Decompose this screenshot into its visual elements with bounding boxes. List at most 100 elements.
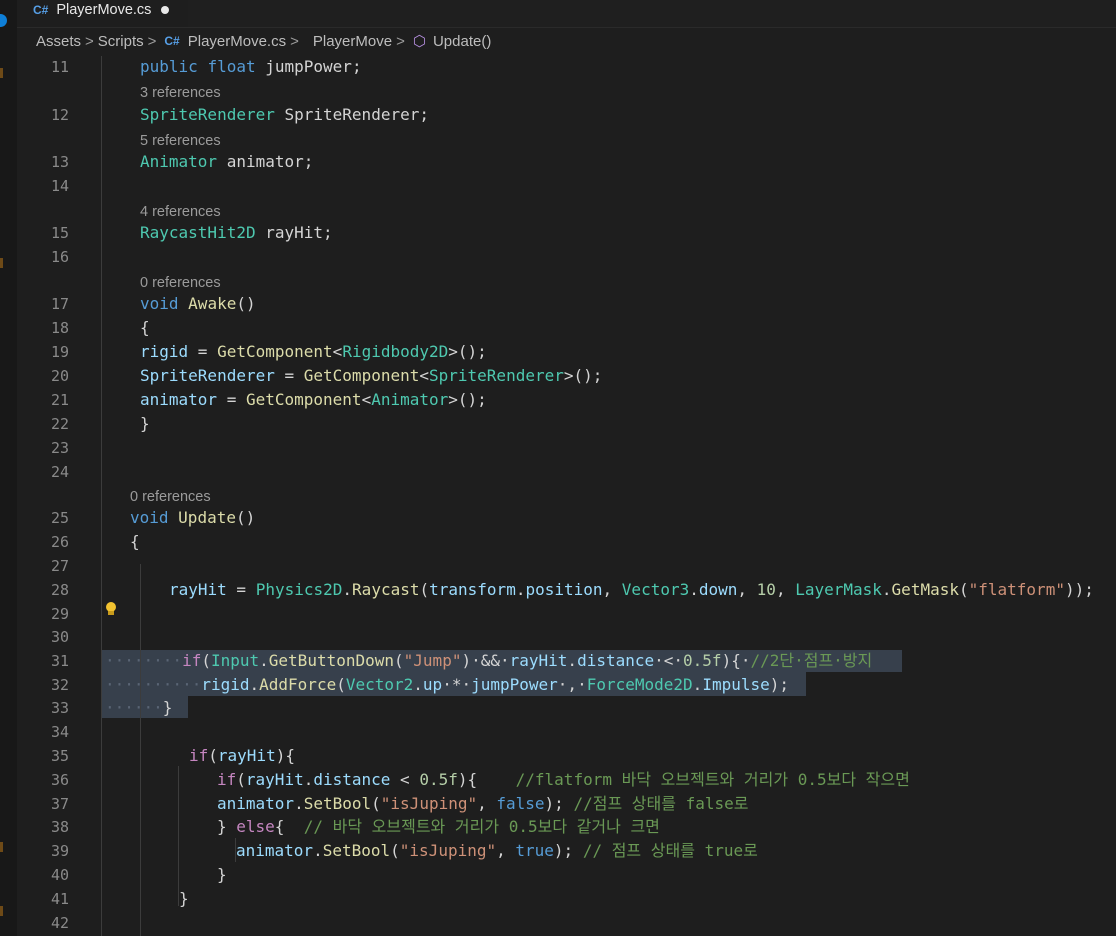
line-number: 17 xyxy=(17,293,69,315)
code-token: LayerMask xyxy=(795,580,882,599)
code-token: } xyxy=(217,865,227,884)
code-token: < xyxy=(419,366,429,385)
line-number: 22 xyxy=(17,413,69,435)
activity-bar xyxy=(0,0,17,936)
code-token: GetButtonDown xyxy=(269,651,394,670)
line-number: 13 xyxy=(17,151,69,173)
code-lens-references[interactable]: 4 references xyxy=(140,203,221,221)
code-token: rayHit; xyxy=(256,223,333,242)
code-line[interactable]: public float jumpPower; xyxy=(140,56,362,78)
code-token: animator; xyxy=(217,152,313,171)
lightbulb-icon[interactable] xyxy=(105,602,117,615)
breadcrumb-assets[interactable]: Assets xyxy=(36,33,81,50)
code-token: //점프 상태를 false로 xyxy=(573,794,748,813)
activity-marker xyxy=(0,906,3,916)
code-token: // 점프 상태를 true로 xyxy=(583,841,758,860)
code-token: . xyxy=(294,794,304,813)
breadcrumb-separator: > xyxy=(396,33,405,50)
code-editor[interactable]: 3 references 5 references 4 references 0… xyxy=(17,56,1116,936)
code-lens-references[interactable]: 3 references xyxy=(140,84,221,102)
notification-badge[interactable] xyxy=(0,14,7,27)
code-token: "isJuping" xyxy=(381,794,477,813)
code-line[interactable]: if(rayHit.distance < 0.5f){ //flatform 바… xyxy=(217,769,910,791)
line-number: 28 xyxy=(17,579,69,601)
breadcrumb-method[interactable]: Update() xyxy=(433,33,491,50)
code-line[interactable]: animator = GetComponent<Animator>(); xyxy=(140,389,487,411)
code-line[interactable]: } xyxy=(179,888,189,910)
unsaved-dot-icon[interactable] xyxy=(161,6,169,14)
code-token: = xyxy=(217,390,246,409)
code-lens-references[interactable]: 0 references xyxy=(140,274,221,292)
code-token: ){ xyxy=(458,770,516,789)
code-token: = xyxy=(188,342,217,361)
code-line[interactable]: rayHit = Physics2D.Raycast(transform.pos… xyxy=(169,579,1094,601)
code-line[interactable]: if(rayHit){ xyxy=(189,745,295,767)
code-token: ·<· xyxy=(654,651,683,670)
tab-label: PlayerMove.cs xyxy=(56,2,151,18)
code-token: ·,· xyxy=(558,675,587,694)
code-token: false xyxy=(496,794,544,813)
code-token: else xyxy=(236,817,275,836)
code-token: , xyxy=(477,794,496,813)
code-line[interactable]: animator.SetBool("isJuping", false); //점… xyxy=(217,793,748,815)
code-lens-references[interactable]: 5 references xyxy=(140,132,221,150)
code-line[interactable]: void Awake() xyxy=(140,293,256,315)
code-token: . xyxy=(693,675,703,694)
line-number: 40 xyxy=(17,864,69,886)
whitespace-marker: ·········· xyxy=(105,675,201,694)
code-line[interactable]: animator.SetBool("isJuping", true); // 점… xyxy=(236,840,758,862)
code-token: ( xyxy=(201,651,211,670)
code-token: AddForce xyxy=(259,675,336,694)
code-token: true xyxy=(515,841,554,860)
code-token: = xyxy=(227,580,256,599)
code-token: //flatform 바닥 오브젝트와 거리가 0.5보다 작으면 xyxy=(516,770,910,789)
code-line[interactable]: } xyxy=(140,413,150,435)
whitespace-marker: ········ xyxy=(105,651,182,670)
activity-marker xyxy=(0,258,3,268)
code-token: animator xyxy=(217,794,294,813)
code-line[interactable]: { xyxy=(140,317,150,339)
code-line[interactable]: SpriteRenderer = GetComponent<SpriteRend… xyxy=(140,365,602,387)
line-number: 15 xyxy=(17,222,69,244)
code-token: , xyxy=(496,841,515,860)
code-line[interactable]: { xyxy=(130,531,140,553)
code-line[interactable]: } xyxy=(217,864,227,886)
breadcrumb-scripts[interactable]: Scripts xyxy=(98,33,144,50)
code-token: ( xyxy=(371,794,381,813)
code-token: Animator xyxy=(140,152,217,171)
code-line[interactable]: rigid = GetComponent<Rigidbody2D>(); xyxy=(140,341,487,363)
code-token: } xyxy=(179,889,189,908)
code-token: } xyxy=(217,817,236,836)
code-line[interactable]: Animator animator; xyxy=(140,151,313,173)
code-token: . xyxy=(304,770,314,789)
code-token: Impulse xyxy=(702,675,769,694)
code-token: Vector3 xyxy=(622,580,689,599)
code-token: } xyxy=(163,698,173,717)
code-token: void xyxy=(140,294,179,313)
code-token: ){· xyxy=(722,651,751,670)
line-number: 38 xyxy=(17,816,69,838)
code-line[interactable]: RaycastHit2D rayHit; xyxy=(140,222,333,244)
breadcrumb-class[interactable]: PlayerMove xyxy=(313,33,392,50)
line-number: 33 xyxy=(17,697,69,719)
code-token: )·&&· xyxy=(461,651,509,670)
code-lens-references[interactable]: 0 references xyxy=(130,488,211,506)
whitespace-marker: ······ xyxy=(105,698,163,717)
code-token: ( xyxy=(336,675,346,694)
code-token: { xyxy=(275,817,304,836)
code-line[interactable]: ········if(Input.GetButtonDown("Jump")·&… xyxy=(105,650,872,672)
breadcrumb-file[interactable]: PlayerMove.cs xyxy=(188,33,286,50)
code-line[interactable]: SpriteRenderer SpriteRenderer; xyxy=(140,104,429,126)
code-line[interactable]: ··········rigid.AddForce(Vector2.up·*·ju… xyxy=(105,674,789,696)
code-line[interactable]: void Update() xyxy=(130,507,255,529)
tab-playermove[interactable]: C# PlayerMove.cs xyxy=(17,0,188,27)
code-line[interactable]: } else{ // 바닥 오브젝트와 거리가 0.5보다 같거나 크면 xyxy=(217,816,660,838)
line-number: 41 xyxy=(17,888,69,910)
code-token: . xyxy=(689,580,699,599)
line-number: 19 xyxy=(17,341,69,363)
code-token: jumpPower; xyxy=(256,57,362,76)
line-number: 30 xyxy=(17,626,69,648)
code-line[interactable]: ······} xyxy=(105,697,172,719)
code-token: public xyxy=(140,57,198,76)
code-token: >(); xyxy=(448,390,487,409)
